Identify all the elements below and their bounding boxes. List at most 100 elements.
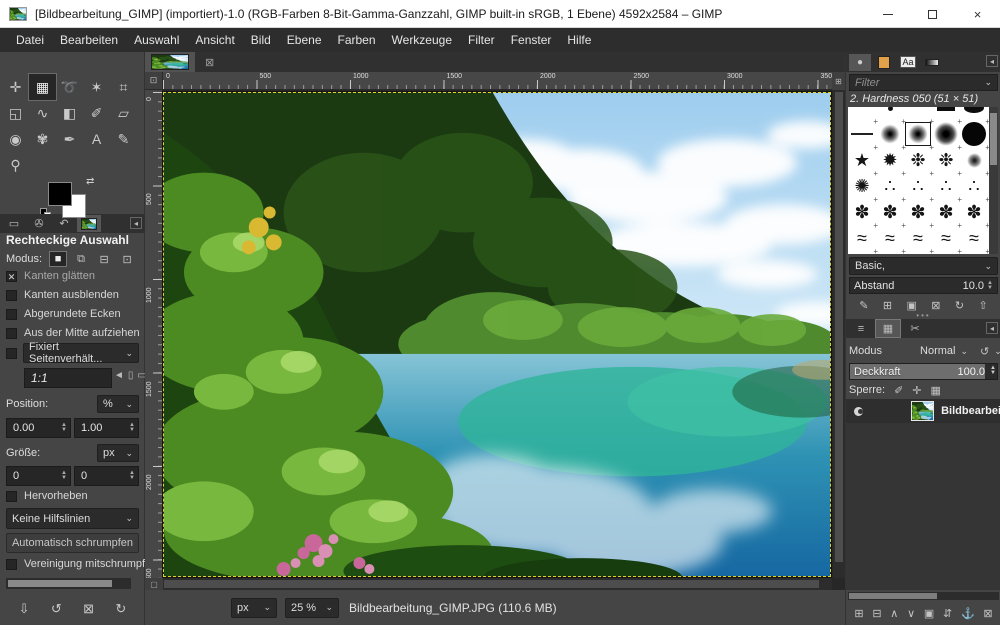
chevron-down-icon[interactable]: ⌄: [994, 346, 1000, 357]
brush-cell[interactable]: [932, 121, 960, 147]
raise-layer-button[interactable]: ∧: [890, 607, 898, 620]
horizontal-ruler[interactable]: 0500100015002000250030003500: [163, 72, 832, 90]
device-status-tab[interactable]: ✇: [27, 215, 51, 232]
patterns-tab[interactable]: [873, 54, 895, 71]
paintbrush-tool-icon[interactable]: ✐: [83, 100, 110, 126]
move-tool-icon[interactable]: ✛: [2, 74, 29, 100]
brush-cell[interactable]: [960, 147, 988, 173]
brush-cell[interactable]: [932, 107, 960, 121]
brush-cell[interactable]: ∴: [904, 173, 932, 199]
delete-tool-preset-button[interactable]: ⊠: [83, 601, 94, 617]
position-unit-dropdown[interactable]: %⌄: [97, 395, 139, 413]
canvas-image[interactable]: [163, 92, 831, 577]
unit-dropdown[interactable]: px⌄: [231, 598, 277, 618]
quickmask-toggle-icon[interactable]: ▢: [145, 578, 163, 590]
mode-intersect-icon[interactable]: ⊡: [119, 252, 135, 266]
opacity-slider[interactable]: Deckkraft 100.0 ▲▼: [849, 363, 998, 380]
fixed-checkbox[interactable]: [6, 348, 17, 359]
color-picker-tool-icon[interactable]: ✎: [110, 126, 137, 152]
brushes-tab[interactable]: ●: [849, 54, 871, 71]
brush-cell[interactable]: ✺: [848, 173, 876, 199]
brush-cell[interactable]: ✽: [932, 199, 960, 225]
clone-tool-icon[interactable]: ◉: [2, 126, 29, 152]
bucket-fill-tool-icon[interactable]: ◧: [56, 100, 83, 126]
size-height-input[interactable]: 0▲▼: [74, 466, 139, 486]
configure-tab-icon[interactable]: ◂: [130, 217, 142, 229]
save-tool-preset-button[interactable]: ⇩: [19, 601, 30, 617]
ink-tool-icon[interactable]: ✒: [56, 126, 83, 152]
layer-row[interactable]: Bildbearbei: [846, 399, 1000, 423]
brush-cell[interactable]: ✽: [904, 199, 932, 225]
brush-cell[interactable]: [848, 107, 876, 121]
tool-options-scrollbar[interactable]: [6, 578, 131, 589]
lower-layer-button[interactable]: ∨: [907, 607, 915, 620]
brush-cell[interactable]: [904, 107, 932, 121]
layers-scrollbar[interactable]: [848, 592, 999, 600]
chevron-down-icon[interactable]: ⌄: [960, 346, 968, 357]
brush-spacing-slider[interactable]: Abstand 10.0 ▲▼: [849, 277, 998, 294]
brush-cell[interactable]: [876, 121, 904, 147]
menu-item-datei[interactable]: Datei: [8, 29, 52, 51]
brush-cell[interactable]: [960, 121, 988, 147]
brush-grid-scrollbar[interactable]: [989, 107, 998, 254]
channels-tab[interactable]: ▦: [876, 320, 900, 337]
menu-item-filter[interactable]: Filter: [460, 29, 503, 51]
menu-item-farben[interactable]: Farben: [330, 29, 384, 51]
mode-reset-icon[interactable]: ↺: [980, 345, 989, 358]
reset-tool-options-button[interactable]: ↻: [115, 601, 126, 617]
brush-cell[interactable]: ❉: [932, 147, 960, 173]
guides-dropdown[interactable]: Keine Hilfslinien⌄: [6, 508, 139, 529]
eraser-tool-icon[interactable]: ▱: [110, 100, 137, 126]
brush-cell[interactable]: ∴: [932, 173, 960, 199]
zoom-dropdown[interactable]: 25 %⌄: [285, 598, 339, 618]
fuzzy-select-tool-icon[interactable]: ✶: [83, 74, 110, 100]
position-x-input[interactable]: 0.00▲▼: [6, 418, 71, 438]
checkbox-1[interactable]: Kanten ausblenden: [6, 287, 119, 303]
merge-layer-button[interactable]: ⇵: [943, 607, 952, 620]
position-y-input[interactable]: 1.00▲▼: [74, 418, 139, 438]
menu-item-bild[interactable]: Bild: [243, 29, 279, 51]
smudge-tool-icon[interactable]: ✾: [29, 126, 56, 152]
brush-cell[interactable]: ★: [848, 147, 876, 173]
checkbox-0[interactable]: ✕Kanten glätten: [6, 268, 95, 284]
new-group-button[interactable]: ⊟: [872, 607, 881, 620]
fonts-tab[interactable]: Aa: [897, 54, 919, 71]
close-button[interactable]: ×: [955, 0, 1000, 28]
duplicate-layer-button[interactable]: ▣: [924, 607, 934, 620]
text-tool-icon[interactable]: A: [83, 126, 110, 152]
brush-cell[interactable]: ≈: [960, 225, 988, 251]
anchor-layer-button[interactable]: ⚓: [961, 607, 975, 620]
brush-cell[interactable]: [960, 107, 988, 121]
auto-shrink-button[interactable]: Automatisch schrumpfen: [6, 533, 139, 553]
brush-cell[interactable]: ≈: [848, 225, 876, 251]
new-layer-button[interactable]: ⊞: [854, 607, 863, 620]
new-brush-button[interactable]: ⊞: [883, 299, 892, 312]
image-tab[interactable]: [145, 52, 195, 72]
vertical-ruler[interactable]: 05001000150020002500: [145, 90, 163, 578]
brush-cell[interactable]: ≈: [932, 225, 960, 251]
highlight-checkbox[interactable]: Hervorheben: [6, 488, 88, 504]
brush-cell[interactable]: ✹: [876, 147, 904, 173]
mode-replace-icon[interactable]: ■: [50, 252, 66, 266]
delete-layer-button[interactable]: ⊠: [983, 607, 992, 620]
menu-item-werkzeuge[interactable]: Werkzeuge: [384, 29, 460, 51]
checkbox-3[interactable]: Aus der Mitte aufziehen: [6, 325, 140, 341]
vertical-scrollbar[interactable]: [833, 90, 845, 578]
ratio-input[interactable]: 1:1: [24, 368, 112, 388]
layers-tab[interactable]: ≡: [849, 320, 873, 337]
ratio-swap-icon[interactable]: ◄: [114, 370, 124, 381]
lock-alpha-icon[interactable]: ▦: [931, 384, 941, 397]
tool-options-tab[interactable]: ▭: [2, 215, 26, 232]
warp-transform-tool-icon[interactable]: ∿: [29, 100, 56, 126]
menu-item-bearbeiten[interactable]: Bearbeiten: [52, 29, 126, 51]
brush-cell[interactable]: ✽: [876, 199, 904, 225]
delete-brush-button[interactable]: ⊠: [931, 299, 940, 312]
brush-cell[interactable]: ≈: [876, 225, 904, 251]
tab-close-icon[interactable]: ⊠: [205, 56, 214, 72]
paths-tab[interactable]: ✂: [903, 320, 927, 337]
menu-item-ansicht[interactable]: Ansicht: [187, 29, 242, 51]
brush-cell[interactable]: [904, 121, 932, 147]
brush-cell[interactable]: ✽: [960, 199, 988, 225]
brush-cell[interactable]: ✽: [848, 199, 876, 225]
size-width-input[interactable]: 0▲▼: [6, 466, 71, 486]
